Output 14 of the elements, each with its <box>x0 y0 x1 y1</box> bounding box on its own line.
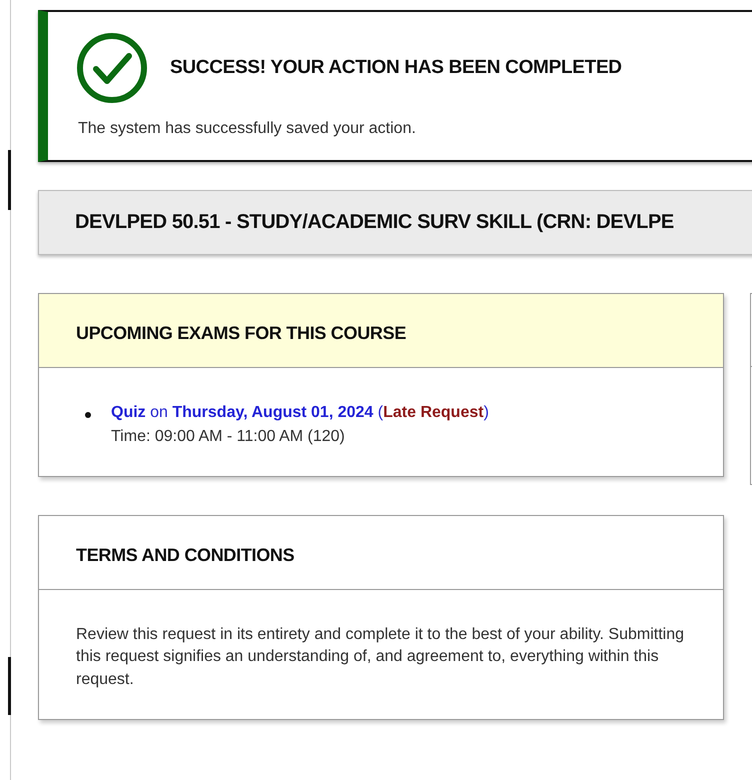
alert-title: SUCCESS! YOUR ACTION HAS BEEN COMPLETED <box>170 57 622 79</box>
panel-title: UPCOMING EXAMS FOR THIS COURSE <box>76 323 406 343</box>
edge-bar <box>8 150 11 210</box>
panel-title: TERMS AND CONDITIONS <box>76 545 294 565</box>
terms-text: Review this request in its entirety and complete it to the best of your ability. Submitting this request signifies an understanding of, and agreement to, everything within this request. <box>76 625 685 690</box>
alert-message: The system has successfully saved your action. <box>78 120 417 138</box>
exam-link[interactable]: Quiz <box>111 404 146 421</box>
course-title: DEVLPED 50.51 - STUDY/ACADEMIC SURV SKILL (CRN: DEVLPE <box>75 211 674 233</box>
exam-link[interactable]: Thursday, August 01, 2024 <box>172 404 374 421</box>
exam-time: Time: 09:00 AM - 11:00 AM (120) <box>111 428 346 446</box>
exam-entry: Quiz on Thursday, August 01, 2024 (Late Request) <box>111 404 489 422</box>
edge-bar <box>8 657 11 715</box>
bullet-icon <box>85 412 91 418</box>
check-circle-icon <box>76 32 148 104</box>
